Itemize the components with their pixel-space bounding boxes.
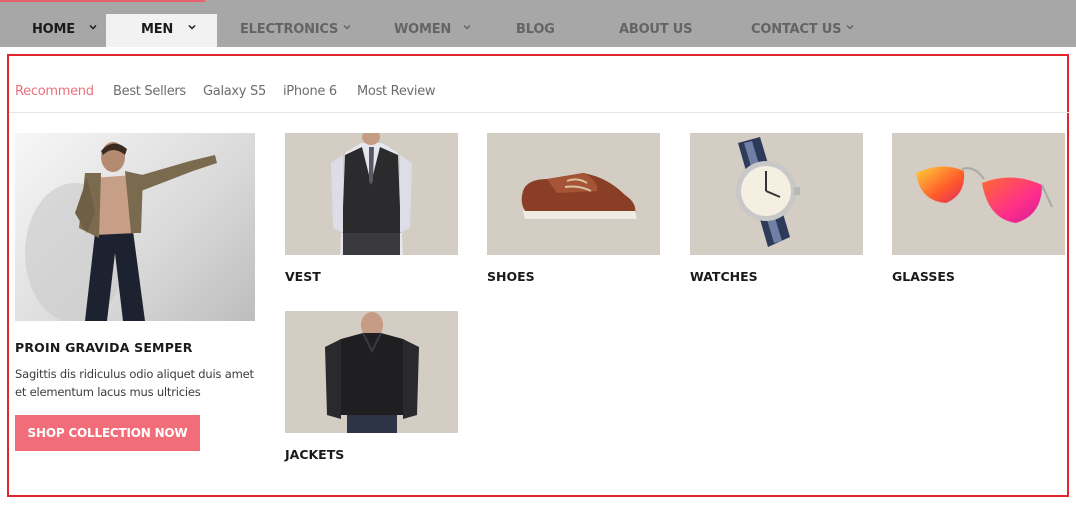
product-name: SHOES [487,269,535,284]
leather-jacket-image[interactable] [285,311,458,433]
product-name: VEST [285,269,321,284]
promo-description: Sagittis dis ridiculus odio aliquet duis… [15,367,254,399]
nav-item-label: MEN [141,22,174,37]
nav-accent-line [0,0,205,2]
nav-item-label: CONTACT US [751,22,842,37]
watch-image[interactable] [690,133,863,255]
product-name: JACKETS [285,447,345,462]
product-card-glasses[interactable]: GLASSES [892,133,1065,284]
product-card-shoes[interactable]: SHOES [487,133,660,284]
shoes-image[interactable] [487,133,660,255]
nav-item-contact-us[interactable]: CONTACT US [712,14,872,47]
mega-menu-panel: Recommend Best Sellers Galaxy S5 iPhone … [7,54,1069,497]
main-nav: HOME MEN ELECTRONICS WOMEN BLOG ABOUT US… [0,0,1076,47]
product-card-watches[interactable]: WATCHES [690,133,863,284]
tab-best-sellers[interactable]: Best Sellers [113,84,186,99]
chevron-down-icon [341,21,353,33]
sunglasses-image[interactable] [892,133,1065,255]
product-name: GLASSES [892,269,955,284]
tab-galaxy-s5[interactable]: Galaxy S5 [203,84,266,99]
product-name: WATCHES [690,269,758,284]
nav-item-label: ELECTRONICS [240,22,339,37]
nav-item-women[interactable]: WOMEN [367,14,487,47]
tab-recommend[interactable]: Recommend [15,84,94,99]
nav-item-label: WOMEN [394,22,452,37]
chevron-down-icon [186,21,198,33]
product-card-jackets[interactable]: JACKETS [285,311,458,462]
nav-item-blog[interactable]: BLOG [487,14,582,47]
chevron-down-icon [87,21,99,33]
tabs-divider [9,112,1069,113]
promo-title: PROIN GRAVIDA SEMPER [15,340,193,355]
shop-collection-button[interactable]: SHOP COLLECTION NOW [15,415,200,451]
nav-item-label: BLOG [516,22,555,37]
nav-item-men[interactable]: MEN [106,14,217,47]
nav-item-label: HOME [32,22,75,37]
product-card-vest[interactable]: VEST [285,133,458,284]
promo-image[interactable] [15,133,255,321]
nav-item-electronics[interactable]: ELECTRONICS [217,14,367,47]
nav-item-label: ABOUT US [619,22,693,37]
chevron-down-icon [844,21,856,33]
tab-most-review[interactable]: Most Review [357,84,436,99]
vest-image[interactable] [285,133,458,255]
nav-item-home[interactable]: HOME [0,14,106,47]
nav-item-about-us[interactable]: ABOUT US [582,14,712,47]
tab-iphone-6[interactable]: iPhone 6 [283,84,337,99]
chevron-down-icon [461,21,473,33]
